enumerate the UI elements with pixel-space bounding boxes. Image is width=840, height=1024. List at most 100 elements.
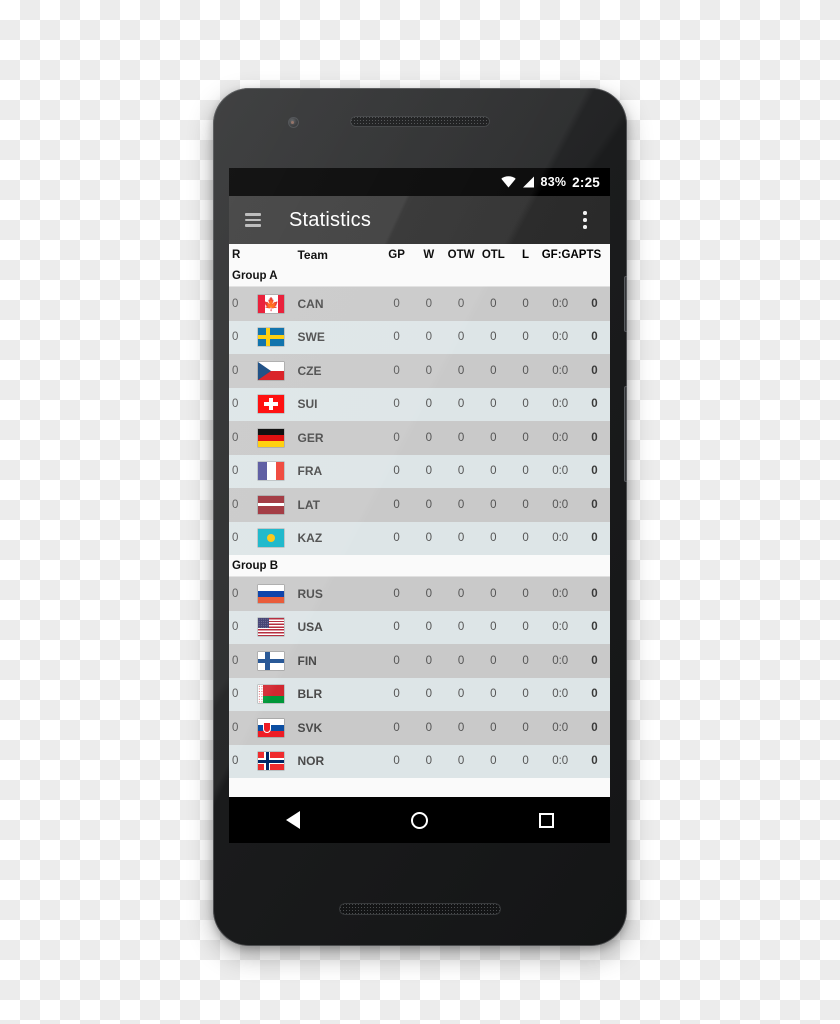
flag-sweden [256, 328, 297, 347]
volume-rocker-button[interactable] [624, 386, 627, 482]
cell-otl: 0 [490, 654, 497, 667]
cell-team-code: NOR [297, 754, 325, 769]
table-row[interactable]: 0 RUS 0 0 0 0 0 0:0 0 [229, 577, 610, 611]
cell-otw: 0 [457, 532, 465, 545]
cell-gp: 0 [393, 587, 400, 600]
cell-otl: 0 [490, 755, 497, 768]
column-header-team: Team [297, 247, 328, 262]
cell-otw: 0 [457, 364, 465, 377]
cell-pts: 0 [591, 721, 598, 734]
cell-l: 0 [522, 431, 529, 444]
back-triangle-icon[interactable] [265, 797, 321, 843]
column-header-pts: PTS [578, 248, 602, 261]
flag-belarus [256, 685, 297, 704]
cell-l: 0 [522, 364, 529, 377]
cell-otw: 0 [457, 297, 465, 310]
flag-latvia [256, 495, 297, 514]
cell-otl: 0 [490, 498, 497, 511]
cell-otw: 0 [457, 755, 465, 768]
cell-pts: 0 [591, 621, 598, 634]
cell-team-code: SVK [297, 720, 323, 735]
cell-w: 0 [425, 688, 433, 701]
flag-russia [256, 584, 297, 603]
cell-rank: 0 [232, 398, 239, 411]
cell-gfga: 0:0 [552, 532, 569, 545]
table-row[interactable]: 0 LAT 0 0 0 0 0 0:0 0 [229, 488, 610, 522]
cell-pts: 0 [591, 398, 598, 411]
table-row[interactable]: 0 🍁 CAN 0 0 0 0 0 0:0 0 [229, 287, 610, 321]
cell-otw: 0 [457, 587, 465, 600]
cell-rank: 0 [232, 654, 239, 667]
cell-gfga: 0:0 [552, 755, 569, 768]
table-row[interactable]: 0 SVK 0 0 0 0 0 0:0 0 [229, 711, 610, 745]
table-row[interactable]: 0 FIN 0 0 0 0 0 0:0 0 [229, 644, 610, 678]
table-row[interactable]: 0 CZE 0 0 0 0 0 0:0 0 [229, 354, 610, 388]
column-header-gfga: GF:GA [541, 248, 579, 261]
table-row[interactable]: 0 USA 0 0 0 0 0 0:0 0 [229, 610, 610, 644]
table-row[interactable]: 0 KAZ 0 0 0 0 0 0:0 0 [229, 521, 610, 555]
cell-gp: 0 [393, 465, 400, 478]
power-button[interactable] [624, 276, 627, 332]
flag-norway [256, 752, 297, 771]
cell-rank: 0 [232, 364, 239, 377]
cell-gp: 0 [393, 331, 400, 344]
cell-otw: 0 [457, 431, 465, 444]
cell-rank: 0 [232, 532, 239, 545]
app-toolbar: Statistics [229, 196, 610, 244]
cell-pts: 0 [591, 331, 598, 344]
cell-rank: 0 [232, 755, 239, 768]
table-row[interactable]: 0 FRA 0 0 0 0 0 0:0 0 [229, 454, 610, 488]
cell-pts: 0 [591, 587, 598, 600]
table-row[interactable]: 0 SUI 0 0 0 0 0 0:0 0 [229, 387, 610, 421]
cell-otw: 0 [457, 498, 465, 511]
cell-gfga: 0:0 [552, 688, 569, 701]
home-circle-icon[interactable] [392, 797, 448, 843]
column-header-rank: R [232, 248, 241, 261]
cell-otl: 0 [490, 297, 497, 310]
cell-gfga: 0:0 [552, 721, 569, 734]
cell-gp: 0 [393, 621, 400, 634]
cell-l: 0 [522, 587, 529, 600]
cell-w: 0 [425, 331, 433, 344]
overflow-menu-icon[interactable] [564, 196, 606, 244]
cell-w: 0 [425, 654, 433, 667]
cell-otl: 0 [490, 688, 497, 701]
cell-gp: 0 [393, 364, 400, 377]
cell-gp: 0 [393, 654, 400, 667]
flag-france [256, 462, 297, 481]
table-body: Group A 0 🍁 CAN 0 0 0 0 0 0:0 0 0 SWE 0 0 0 0 0 0:0 0 0 CZE 0 0… [229, 265, 610, 778]
cell-gfga: 0:0 [552, 465, 569, 478]
cell-team-code: KAZ [297, 531, 323, 546]
cell-pts: 0 [591, 465, 598, 478]
cell-pts: 0 [591, 654, 598, 667]
column-header-otw: OTW [447, 248, 475, 261]
cell-w: 0 [425, 431, 433, 444]
android-navigation-bar [229, 797, 610, 843]
cell-otl: 0 [490, 587, 497, 600]
cell-gfga: 0:0 [552, 331, 569, 344]
table-row[interactable]: 0 NOR 0 0 0 0 0 0:0 0 [229, 744, 610, 778]
column-header-gp: GP [388, 248, 405, 261]
cell-l: 0 [522, 688, 529, 701]
column-header-otl: OTL [481, 248, 505, 261]
statistics-table[interactable]: R Team GP W OTW OTL L GF:GA PTS Group A0… [229, 244, 610, 797]
cell-gp: 0 [393, 688, 400, 701]
cell-pts: 0 [591, 364, 598, 377]
table-row[interactable]: 0 BLR 0 0 0 0 0 0:0 0 [229, 677, 610, 711]
cell-l: 0 [522, 721, 529, 734]
hamburger-menu-icon[interactable] [229, 196, 277, 244]
cell-pts: 0 [591, 688, 598, 701]
cell-w: 0 [425, 621, 433, 634]
cell-otl: 0 [490, 621, 497, 634]
cell-otl: 0 [490, 721, 497, 734]
cell-gfga: 0:0 [552, 431, 569, 444]
cell-team-code: FRA [297, 464, 323, 479]
table-header-row: R Team GP W OTW OTL L GF:GA PTS [229, 244, 610, 265]
recents-square-icon[interactable] [519, 797, 575, 843]
table-row[interactable]: 0 GER 0 0 0 0 0 0:0 0 [229, 421, 610, 455]
status-bar: 83% 2:25 [229, 168, 610, 196]
cell-rank: 0 [232, 587, 239, 600]
cell-otl: 0 [490, 431, 497, 444]
cell-otl: 0 [490, 331, 497, 344]
table-row[interactable]: 0 SWE 0 0 0 0 0 0:0 0 [229, 320, 610, 354]
